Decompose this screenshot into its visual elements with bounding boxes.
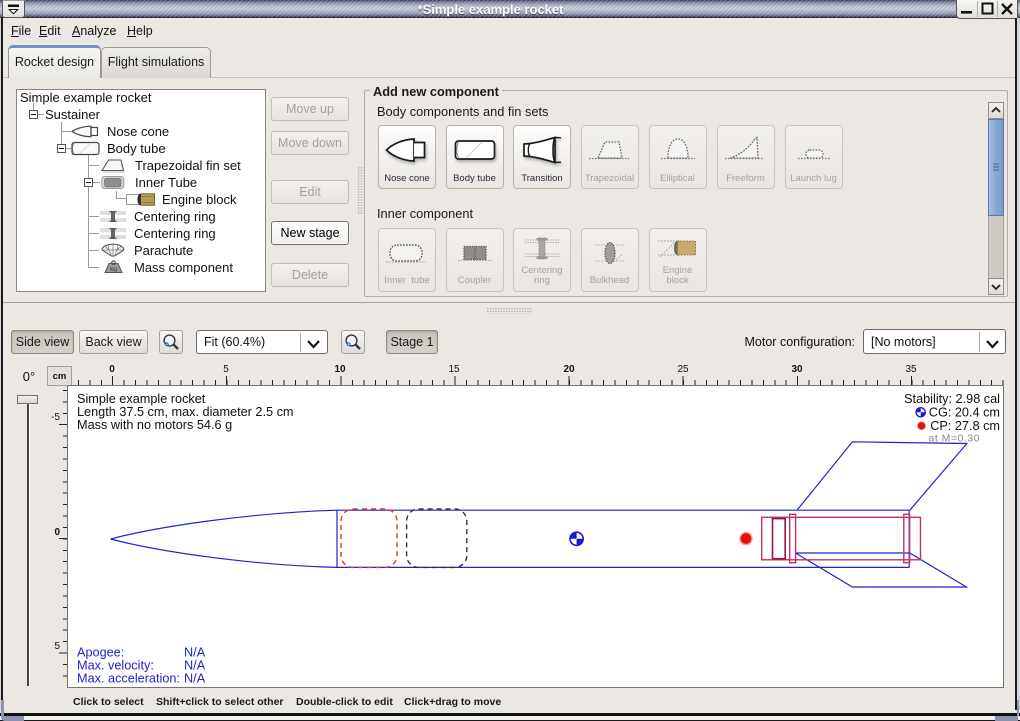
- svg-text:Length 37.5 cm, max. diameter: Length 37.5 cm, max. diameter 2.5 cm: [77, 405, 294, 419]
- svg-text:Mass with no motors 54.6 g: Mass with no motors 54.6 g: [77, 418, 232, 432]
- svg-text:N/A: N/A: [184, 646, 206, 660]
- svg-text:Max. velocity:: Max. velocity:: [77, 659, 154, 673]
- svg-text:Max. acceleration:: Max. acceleration:: [77, 672, 180, 686]
- svg-text:CG: 20.4 cm: CG: 20.4 cm: [929, 406, 1000, 420]
- svg-text:at M=0.30: at M=0.30: [929, 433, 981, 445]
- svg-text:N/A: N/A: [184, 672, 206, 686]
- svg-text:CP: 27.8 cm: CP: 27.8 cm: [930, 419, 1000, 433]
- svg-text:N/A: N/A: [184, 659, 206, 673]
- svg-text:Stability: 2.98 cal: Stability: 2.98 cal: [904, 392, 1000, 406]
- svg-text:kg: kg: [110, 266, 117, 273]
- svg-text:Simple example rocket: Simple example rocket: [77, 392, 206, 406]
- svg-text:Apogee:: Apogee:: [77, 646, 124, 660]
